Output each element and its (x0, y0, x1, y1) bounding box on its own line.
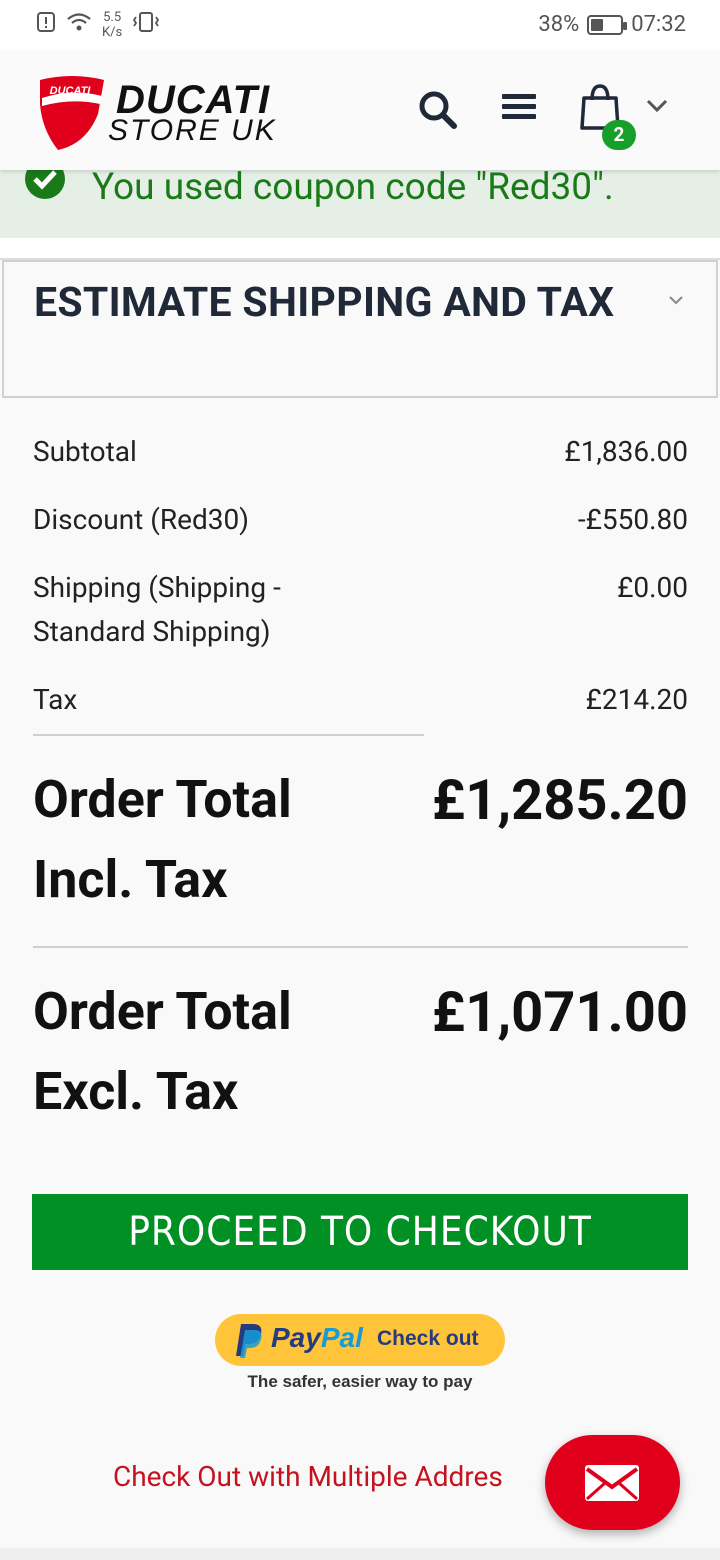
cart-count-badge: 2 (602, 120, 636, 150)
estimate-shipping-toggle[interactable]: ESTIMATE SHIPPING AND TAX (2, 260, 718, 398)
subtotal-row: Subtotal £1,836.00 (33, 430, 688, 474)
shipping-label: Shipping (Shipping - Standard Shipping) (33, 571, 281, 648)
paypal-checkout-button[interactable]: PayPal Check out (215, 1314, 505, 1366)
menu-icon[interactable] (502, 92, 536, 126)
search-icon[interactable] (418, 90, 458, 134)
order-total-incl-row: Order Total Incl. Tax £1,285.20 (33, 760, 688, 920)
chevron-down-icon[interactable] (668, 290, 684, 309)
coupon-success-message: You used coupon code "Red30". (0, 170, 720, 238)
ducati-store-logo[interactable]: DUCATI DUCATI STORE UK (36, 72, 306, 152)
chevron-down-icon[interactable] (646, 98, 668, 117)
logo-subtitle: STORE UK (108, 114, 277, 147)
multiple-addresses-link[interactable]: Check Out with Multiple Addres (113, 1460, 503, 1493)
check-circle-icon (24, 170, 66, 204)
paypal-wordmark: PayPal (271, 1322, 363, 1353)
discount-row: Discount (Red30) -£550.80 (33, 498, 688, 542)
bottom-edge (0, 1548, 720, 1560)
discount-value: -£550.80 (577, 503, 688, 536)
paypal-checkout-label: Check out (377, 1327, 479, 1350)
status-bar: 5.5 K/s 38% 07:32 (0, 0, 720, 50)
svg-text:DUCATI: DUCATI (50, 85, 92, 97)
order-total-excl-value: £1,071.00 (431, 979, 688, 1045)
proceed-to-checkout-button[interactable]: PROCEED TO CHECKOUT (32, 1194, 688, 1270)
discount-label: Discount (Red30) (33, 503, 249, 536)
clock: 07:32 (631, 12, 686, 37)
estimate-shipping-title: ESTIMATE SHIPPING AND TAX (34, 279, 615, 327)
network-speed: 5.5 K/s (102, 10, 123, 40)
order-total-incl-label: Order Total Incl. Tax (33, 769, 292, 910)
subtotal-label: Subtotal (33, 435, 137, 468)
wifi-icon (66, 11, 92, 39)
contact-mail-button[interactable] (545, 1435, 680, 1530)
tax-label: Tax (33, 683, 78, 716)
paypal-icon (233, 1322, 265, 1362)
tax-row: Tax £214.20 (33, 678, 688, 722)
subtotal-value: £1,836.00 (564, 435, 688, 468)
divider (33, 734, 424, 736)
shipping-row: Shipping (Shipping - Standard Shipping) … (33, 566, 688, 654)
order-summary: ESTIMATE SHIPPING AND TAX Subtotal £1,83… (0, 258, 720, 1560)
paypal-tagline: The safer, easier way to pay (247, 1372, 473, 1391)
order-total-excl-label: Order Total Excl. Tax (33, 981, 292, 1122)
ducati-shield-icon: DUCATI (40, 76, 104, 150)
shipping-value: £0.00 (617, 571, 688, 604)
order-total-incl-value: £1,285.20 (431, 767, 688, 833)
site-header: DUCATI DUCATI STORE UK 2 (0, 50, 720, 170)
divider (33, 946, 688, 948)
mail-icon (585, 1465, 639, 1501)
vibrate-icon (132, 11, 160, 39)
battery-percent: 38% (538, 12, 580, 37)
alert-icon (36, 11, 56, 39)
coupon-message-text: You used coupon code "Red30". (92, 170, 614, 209)
order-total-excl-row: Order Total Excl. Tax £1,071.00 (33, 972, 688, 1132)
battery-icon (587, 14, 628, 35)
tax-value: £214.20 (585, 683, 688, 716)
